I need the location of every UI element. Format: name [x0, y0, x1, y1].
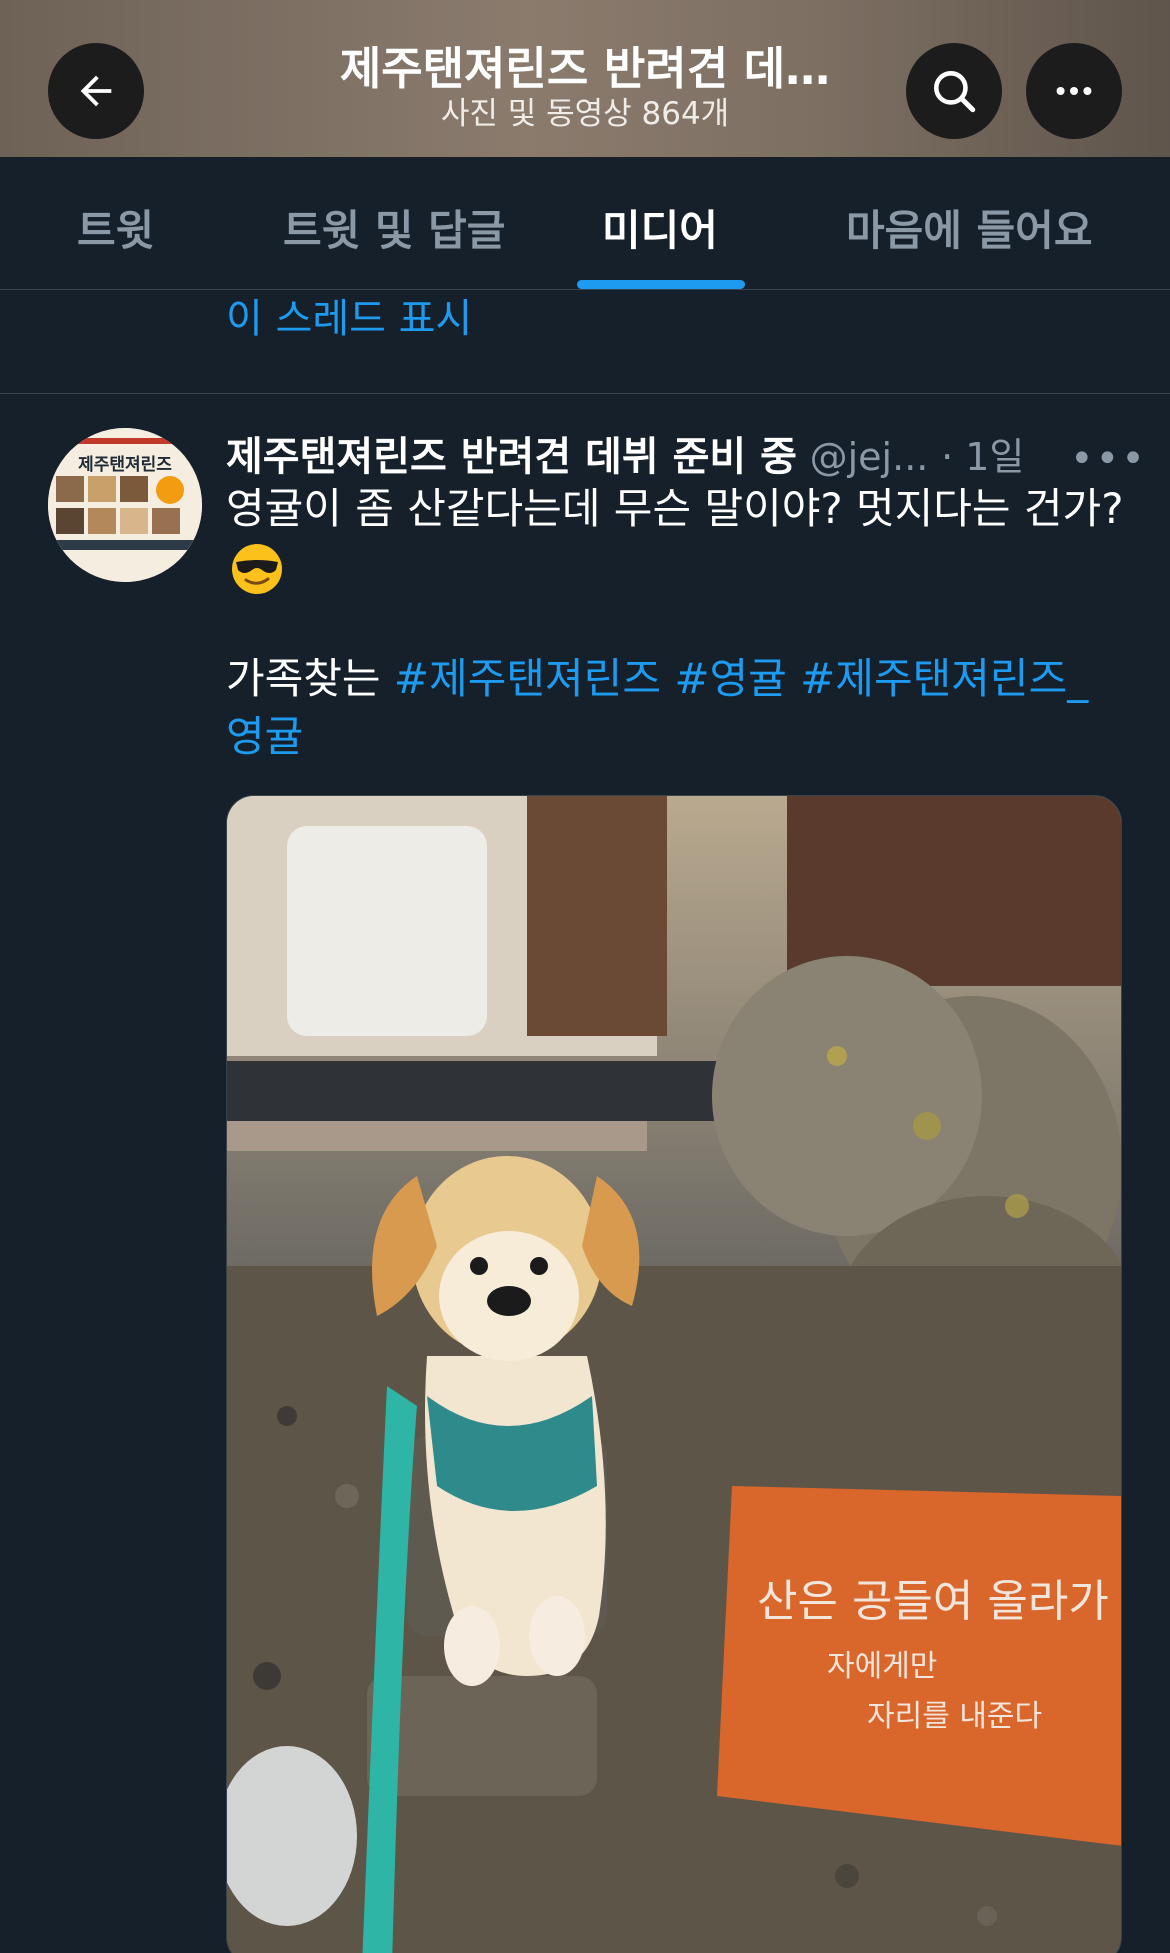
back-button[interactable]: [48, 43, 144, 139]
hashtag-link[interactable]: #영귤: [674, 654, 786, 703]
tweet-media-photo[interactable]: 산은 공들여 올라가 자에게만 자리를 내준다: [226, 795, 1122, 1953]
search-button[interactable]: [906, 43, 1002, 139]
sunglasses-emoji-icon: [232, 544, 282, 594]
sign-text: 자에게만: [827, 1649, 937, 1684]
more-button[interactable]: [1026, 43, 1122, 139]
profile-header: 제주탠져린즈 반려견 데… 사진 및 동영상 864개: [0, 0, 1170, 157]
tweet-hashtags: 가족찾는 #제주탠져린즈 #영귤 #제주탠져린즈_영귤: [226, 650, 1126, 766]
sign-text: 자리를 내준다: [867, 1699, 1042, 1734]
search-icon: [934, 71, 976, 113]
dog-photo: 산은 공들여 올라가 자에게만 자리를 내준다: [227, 796, 1121, 1953]
active-tab-indicator: [577, 280, 745, 289]
hashtag-link[interactable]: #제주탠져린즈: [394, 654, 661, 703]
author-name[interactable]: 제주탠져린즈 반려견 데뷔 준비 중: [226, 434, 797, 480]
tweet-more-icon[interactable]: •••: [1070, 436, 1147, 482]
show-thread-link[interactable]: 이 스레드 표시: [226, 286, 472, 344]
tweet-time[interactable]: · 1일: [941, 435, 1024, 479]
header-subtitle: 사진 및 동영상 864개: [440, 96, 730, 132]
tab-tweets-and-replies[interactable]: 트윗 및 답글: [283, 197, 505, 258]
more-horizontal-icon: [1056, 86, 1092, 96]
profile-tabs: 트윗 트윗 및 답글 미디어 마음에 들어요: [0, 157, 1170, 290]
tab-tweets[interactable]: 트윗: [77, 197, 154, 258]
divider: [0, 393, 1170, 394]
sign-text: 산은 공들여 올라가: [757, 1576, 1109, 1627]
tweet-text: 영귤이 좀 산같다는데 무슨 말이야? 멋지다는 건가?: [226, 484, 1124, 533]
avatar-brand-text: 제주탠져린즈: [78, 455, 172, 475]
tweet-header: 제주탠져린즈 반려견 데뷔 준비 중 @jej... · 1일: [226, 424, 1126, 480]
avatar[interactable]: 제주탠져린즈: [48, 428, 202, 582]
tab-likes[interactable]: 마음에 들어요: [846, 197, 1092, 258]
tab-media[interactable]: 미디어: [602, 197, 718, 258]
tweet-text-prefix: 가족찾는: [226, 654, 394, 703]
author-handle[interactable]: @jej...: [810, 435, 929, 479]
arrow-left-icon: [80, 75, 112, 107]
